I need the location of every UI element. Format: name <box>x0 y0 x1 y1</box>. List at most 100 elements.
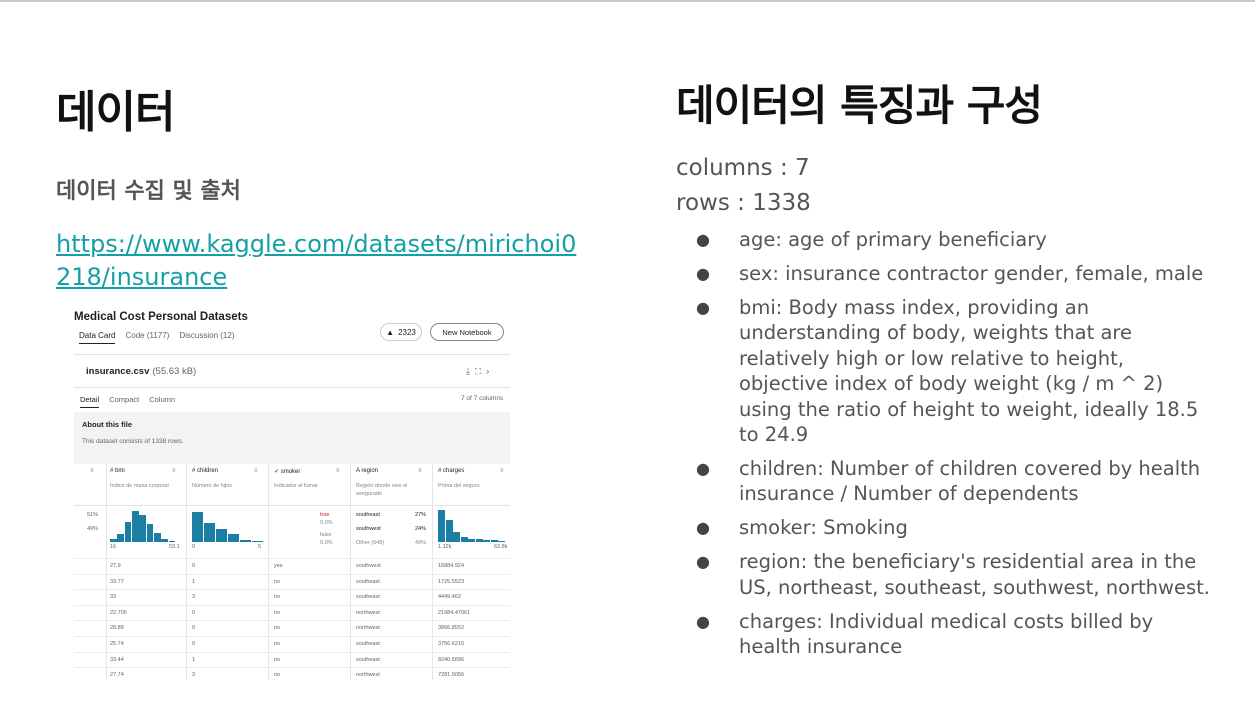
table-row: 27.9 0 yes southwest 16884.924 <box>74 558 510 574</box>
bullet-icon: ● <box>696 230 710 249</box>
histogram-bar <box>154 533 161 542</box>
region-value: southeast <box>356 512 380 518</box>
table-cell: 27.9 <box>110 563 121 569</box>
column-header-charges[interactable]: # charges <box>438 468 464 474</box>
histogram-bar <box>204 523 216 542</box>
table-cell: southeast <box>356 641 380 647</box>
new-notebook-button[interactable]: New Notebook <box>430 323 504 341</box>
tab-detail[interactable]: Detail <box>80 395 100 408</box>
table-cell: yes <box>274 563 283 569</box>
source-link[interactable]: https://www.kaggle.com/datasets/mirichoi… <box>56 228 586 294</box>
tab-code[interactable]: Code (1177) <box>125 331 169 344</box>
section-subtitle: 데이터 수집 및 출처 <box>56 179 241 204</box>
upvote-icon: ▲ <box>386 327 395 337</box>
bullet-icon: ● <box>696 611 710 631</box>
table-cell: 0 <box>192 609 196 616</box>
feature-list: ● age: age of primary beneficiary ● sex: in… <box>694 227 1214 668</box>
table-cell: 21984.47061 <box>438 609 471 616</box>
table-cell: 33 <box>110 594 117 601</box>
tab-discussion[interactable]: Discussion (12) <box>179 331 234 344</box>
histogram-bar <box>146 524 154 542</box>
column-menu-icon[interactable]: ≡ <box>336 468 340 474</box>
table-cell: northwest <box>356 672 380 679</box>
file-actions: ⤓⛶› <box>466 366 494 377</box>
bullet-icon: ● <box>696 552 710 572</box>
expand-icon[interactable]: ⛶ <box>475 366 486 376</box>
column-menu-icon[interactable]: ≡ <box>254 468 258 474</box>
table-cell: 1 <box>192 578 196 585</box>
table-cell: 1 <box>192 656 196 663</box>
histogram-bar <box>468 538 476 542</box>
feature-item: ● smoker: Smoking <box>694 515 1214 540</box>
feature-item: ● bmi: Body mass index, providing an unde… <box>694 295 1214 447</box>
column-menu-icon[interactable]: ≡ <box>90 468 94 474</box>
about-title: About this file <box>82 420 132 429</box>
bullet-icon: ● <box>696 459 710 479</box>
divider <box>74 354 510 355</box>
page-title: 데이터 <box>56 87 175 138</box>
column-header-smoker[interactable]: ✓ smoker <box>274 468 300 475</box>
column-header-children[interactable]: # children <box>192 468 218 474</box>
vote-count: 2323 <box>398 327 416 337</box>
histogram-bar <box>117 534 125 542</box>
histogram-bar <box>168 540 176 542</box>
column-desc-bmi: Índice de masa corporal <box>110 483 169 489</box>
chevron-right-icon[interactable]: › <box>486 366 494 376</box>
file-name-text: insurance.csv <box>86 366 150 377</box>
sex-pct: 51% <box>87 512 99 518</box>
histogram-bar <box>161 538 169 542</box>
feature-item: ● charges: Individual medical costs bille… <box>694 609 1214 660</box>
table-cell: 16884.924 <box>438 563 464 569</box>
table-row: 33.44 1 no southeast 8240.5896 <box>74 651 510 668</box>
dataset-tabs: Data Card Code (1177) Discussion (12) <box>79 331 235 344</box>
table-row: 22.705 0 no northwest 21984.47061 <box>74 604 510 621</box>
view-tabs: Detail Compact Column <box>80 395 175 408</box>
table-cell: 3 <box>192 672 196 679</box>
histogram-bar <box>192 511 204 542</box>
column-desc-region: Región donde vive el asegurado <box>356 483 408 497</box>
table-cell: 25.74 <box>110 641 124 647</box>
tab-data-card[interactable]: Data Card <box>79 331 116 344</box>
column-menu-icon[interactable]: ≡ <box>418 468 422 474</box>
column-header-bmi[interactable]: # bmi <box>110 468 125 474</box>
table-row: 25.74 0 no southeast 3756.6216 <box>74 636 510 652</box>
column-menu-icon[interactable]: ≡ <box>500 468 504 474</box>
histogram-bar <box>139 514 147 542</box>
download-icon[interactable]: ⤓ <box>466 366 475 376</box>
kaggle-screenshot: Medical Cost Personal Datasets Data Card… <box>74 304 510 680</box>
region-pct: 24% <box>415 526 427 532</box>
smoker-false-pct: 0.0% <box>320 540 333 546</box>
smoker-true: true <box>320 512 330 518</box>
histogram-bar <box>228 533 240 542</box>
table-cell: 7281.5056 <box>438 672 464 679</box>
table-cell: southeast <box>356 656 380 663</box>
histogram-bar <box>240 540 252 542</box>
region-pct: 27% <box>415 512 427 518</box>
table-cell: 28.88 <box>110 625 124 632</box>
table-cell: no <box>274 672 281 679</box>
column-menu-icon[interactable]: ≡ <box>172 468 176 474</box>
bullet-icon: ● <box>696 298 710 317</box>
tab-column[interactable]: Column <box>149 395 175 408</box>
smoker-false: false <box>320 532 332 538</box>
about-file: About this file This dataset consists of… <box>74 412 510 464</box>
histogram-bar <box>498 541 506 542</box>
table-row: 33 3 no southeast 4449.462 <box>74 589 510 605</box>
feature-item: ● children: Number of children covered by… <box>694 456 1214 507</box>
bullet-icon: ● <box>696 264 710 283</box>
region-pct: 49% <box>415 540 427 546</box>
file-size: (55.63 kB) <box>152 366 197 377</box>
histogram-bar <box>216 528 228 542</box>
table-cell: no <box>274 656 281 663</box>
feature-item: ● age: age of primary beneficiary <box>694 227 1214 252</box>
divider <box>74 387 510 388</box>
table-cell: 4449.462 <box>438 594 461 601</box>
data-grid: ≡ # bmi ≡ Índice de masa corporal # chil… <box>74 464 510 680</box>
table-cell: 3 <box>192 594 196 601</box>
column-header-region[interactable]: A region <box>356 468 378 474</box>
upvote-button[interactable]: ▲ 2323 <box>380 323 422 341</box>
table-cell: 3866.8552 <box>438 625 464 632</box>
tab-compact[interactable]: Compact <box>109 395 139 408</box>
feature-text: charges: Individual medical costs billed… <box>739 609 1154 659</box>
table-cell: 33.44 <box>110 656 124 663</box>
